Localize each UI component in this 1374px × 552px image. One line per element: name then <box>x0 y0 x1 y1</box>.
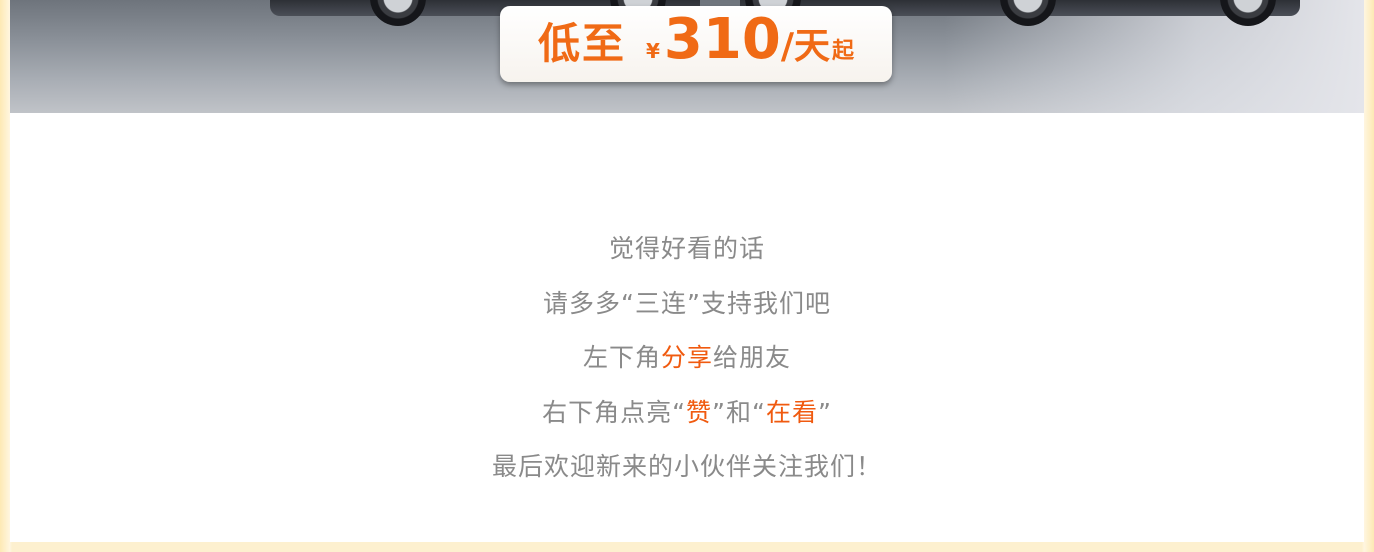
message-line-4: 右下角点亮“赞”和“在看” <box>10 386 1364 441</box>
price-tag: 低至 ¥ 310 /天 起 <box>500 6 892 82</box>
price-prefix: 低至 <box>537 19 626 68</box>
watching-highlight: 在看 <box>765 397 818 427</box>
message-line-3: 左下角分享给朋友 <box>10 331 1364 386</box>
price-unit: /天 <box>780 26 830 67</box>
price-currency: ¥ <box>646 39 660 63</box>
car-rental-banner-image: 低至 ¥ 310 /天 起 <box>10 0 1364 113</box>
car-wheel-icon <box>370 0 426 26</box>
message-line-1: 觉得好看的话 <box>608 234 765 263</box>
like-highlight: 赞 <box>686 397 713 427</box>
message-line-2: 请多多“三连”支持我们吧 <box>543 288 831 318</box>
message-text: ”和“ <box>712 397 766 427</box>
message-text: ” <box>817 397 832 427</box>
price-suffix: 起 <box>831 39 854 64</box>
message-line-5: 最后欢迎新来的小伙伴关注我们！ <box>491 452 882 481</box>
closing-message: 觉得好看的话 请多多“三连”支持我们吧 左下角分享给朋友 右下角点亮“赞”和“在… <box>10 222 1364 495</box>
price-value: 310 <box>663 7 781 72</box>
message-text: 左下角 <box>582 343 661 372</box>
share-highlight: 分享 <box>660 343 713 372</box>
article-card: 低至 ¥ 310 /天 起 觉得好看的话 请多多“三连”支持我们吧 左下角分享给… <box>10 0 1364 542</box>
message-text: 右下角点亮“ <box>542 397 687 427</box>
message-text: 给朋友 <box>713 343 792 372</box>
